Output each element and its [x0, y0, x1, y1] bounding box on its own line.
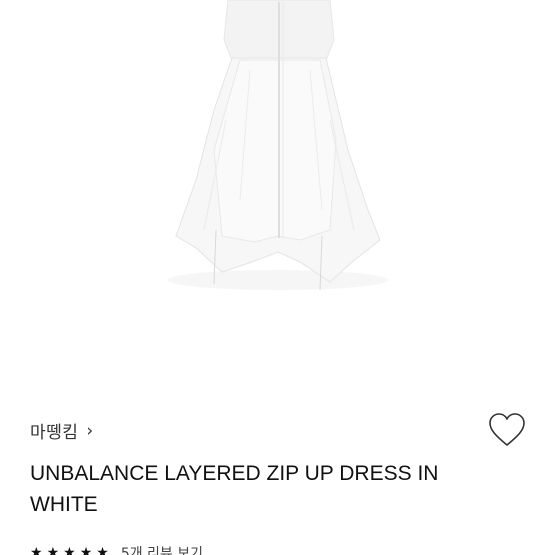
star-icon: ★ — [63, 545, 76, 555]
star-icon: ★ — [79, 545, 93, 555]
rating-stars: ★ ★ ★ ★ ★ — [30, 545, 109, 555]
product-image[interactable] — [0, 0, 555, 390]
dress-illustration — [168, 0, 388, 291]
product-detail-page: 마뗑킴 › UNBALANCE LAYERED ZIP UP DRESS IN … — [0, 0, 555, 555]
chevron-right-icon: › — [86, 420, 94, 441]
product-title: UNBALANCE LAYERED ZIP UP DRESS IN WHITE — [30, 462, 439, 516]
star-icon: ★ — [30, 545, 43, 555]
review-link[interactable]: 5개 리뷰 보기 — [121, 543, 203, 555]
brand-link[interactable]: 마뗑킴 › — [30, 418, 94, 444]
rating-row: ★ ★ ★ ★ ★ 5개 리뷰 보기 — [30, 543, 203, 555]
brand-name: 마뗑킴 — [30, 423, 79, 443]
heart-outline-icon[interactable] — [488, 412, 526, 448]
star-icon: ★ — [96, 545, 109, 555]
star-icon: ★ — [46, 545, 60, 555]
